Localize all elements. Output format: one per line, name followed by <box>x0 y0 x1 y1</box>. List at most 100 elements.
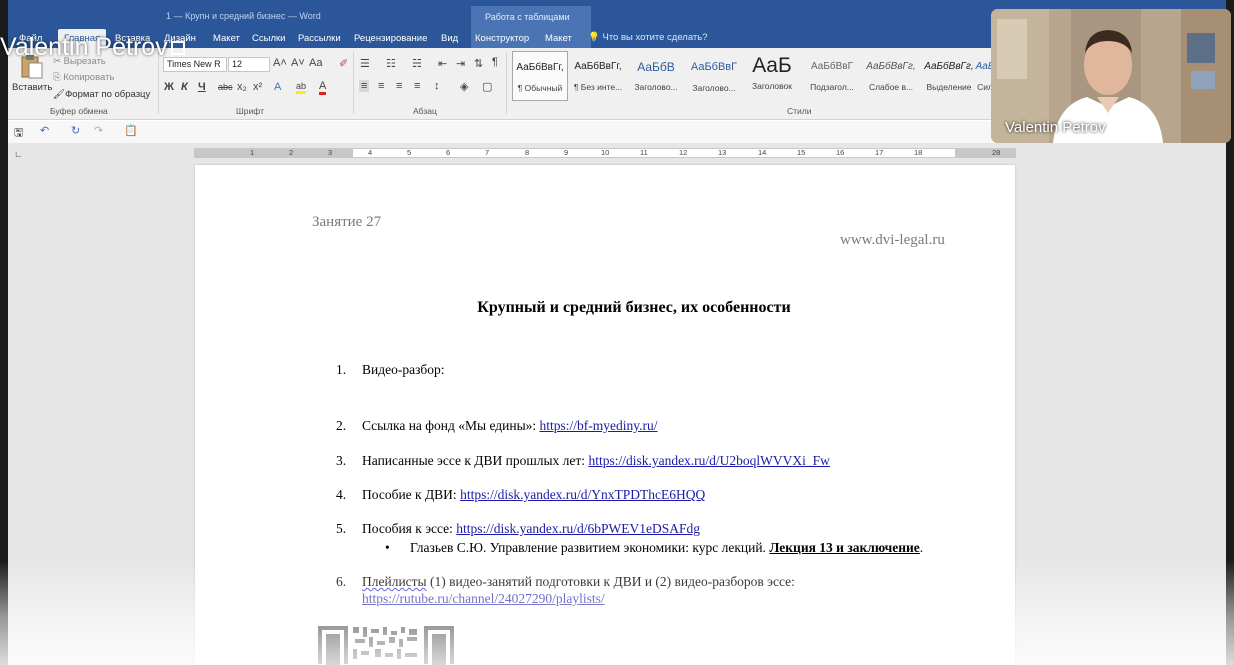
italic-button[interactable]: К <box>181 81 188 93</box>
ribbon-separator <box>506 52 507 114</box>
style-sample: АаБбВвГг, <box>866 61 916 72</box>
strikethrough-button[interactable]: abc <box>218 82 233 92</box>
presenter-indicator-icon <box>170 41 185 56</box>
tab-references[interactable]: Ссылки <box>252 33 285 44</box>
playlists-link[interactable]: https://rutube.ru/channel/24027290/playl… <box>362 591 605 606</box>
shrink-font-button[interactable]: A˅ <box>291 57 305 69</box>
style-heading-1[interactable]: АаБбВ Заголово... <box>628 51 684 101</box>
highlight-button[interactable]: ab <box>296 81 307 94</box>
tell-me-label: Что вы хотите сделать? <box>602 32 708 43</box>
ruler-number: 8 <box>525 148 530 157</box>
save-icon[interactable]: 🖫 <box>14 124 23 143</box>
document-page[interactable]: Занятие 27 www.dvi-legal.ru Крупный и ср… <box>195 165 1015 665</box>
paragraph-group-label: Абзац <box>413 106 437 116</box>
align-right-icon[interactable]: ≡ <box>396 80 402 92</box>
style-normal[interactable]: АаБбВвГг, ¶ Обычный <box>512 51 568 101</box>
redo-icon[interactable]: ↻ <box>71 124 80 137</box>
bullets-icon[interactable]: ☰ <box>360 57 370 70</box>
tab-review[interactable]: Рецензирование <box>354 33 427 44</box>
superscript-button[interactable]: x² <box>253 81 262 93</box>
tab-layout[interactable]: Макет <box>213 33 240 44</box>
repeat-icon[interactable]: ↷ <box>94 124 103 137</box>
font-size-box[interactable]: 12 <box>228 57 270 72</box>
style-sample: АаБбВвГ <box>810 61 854 72</box>
tab-mailings[interactable]: Рассылки <box>298 33 341 44</box>
fund-link[interactable]: https://bf-myediny.ru/ <box>540 418 658 433</box>
pilcrow-button[interactable]: ¶ <box>492 56 498 68</box>
list-text: Написанные эссе к ДВИ прошлых лет: <box>362 453 589 468</box>
list-number: 4. <box>336 487 347 502</box>
page-header-left: Занятие 27 <box>312 214 382 230</box>
ruler-number: 2 <box>289 148 294 157</box>
list-number: 3. <box>336 453 347 468</box>
brush-icon: 🖌 <box>53 89 66 100</box>
ruler-number: 15 <box>797 148 806 157</box>
underline-button[interactable]: Ч <box>198 81 206 93</box>
table-tools-label: Работа с таблицами <box>485 12 570 22</box>
style-emphasis[interactable]: АаБбВвГг, Выделение <box>921 51 977 101</box>
style-name: Подзагол... <box>810 82 854 92</box>
sort-icon[interactable]: ⇅ <box>474 57 483 70</box>
list-number: 1. <box>336 362 347 377</box>
ruler-number: 12 <box>679 148 688 157</box>
multilevel-list-icon[interactable]: ☵ <box>412 57 422 70</box>
change-case-button[interactable]: Aa <box>309 57 322 69</box>
paste-label: Вставить <box>12 82 53 93</box>
style-name: Заголово... <box>634 82 678 92</box>
ruler-number: 14 <box>758 148 767 157</box>
tell-me-search[interactable]: 💡 Что вы хотите сделать? <box>588 32 708 43</box>
ruler-number: 1 <box>250 148 255 157</box>
style-title[interactable]: AaБ Заголовок <box>744 51 800 101</box>
align-center-icon[interactable]: ≡ <box>378 80 384 92</box>
style-no-spacing[interactable]: АаБбВвГг, ¶ Без инте... <box>570 51 626 101</box>
undo-icon[interactable]: ↶ <box>40 124 49 137</box>
page-header-right: www.dvi-legal.ru <box>840 232 945 248</box>
format-painter-label: Формат по образцу <box>65 89 151 100</box>
manual-link[interactable]: https://disk.yandex.ru/d/YnxTPDThcE6HQQ <box>460 487 705 502</box>
tab-table-layout[interactable]: Макет <box>545 33 572 44</box>
copy-button[interactable]: ⎘ Копировать <box>53 72 114 83</box>
essay-manuals-link[interactable]: https://disk.yandex.ru/d/6bPWEV1eDSAFdg <box>456 521 700 536</box>
style-name: ¶ Обычный <box>517 83 563 93</box>
clipboard-small-icon[interactable]: 📋 <box>124 124 138 137</box>
bullet-dot: • <box>385 540 390 555</box>
ruler-number: 11 <box>640 148 648 157</box>
styles-group-label: Стили <box>787 106 812 116</box>
document-title: 1 — Крупн и средний бизнес — Word <box>166 11 321 21</box>
clear-format-icon[interactable]: ✐ <box>339 57 348 70</box>
numbering-icon[interactable]: ☷ <box>386 57 396 70</box>
justify-icon[interactable]: ≡ <box>414 80 420 92</box>
horizontal-ruler: 1 2 3 4 5 6 7 8 9 10 11 12 13 14 15 16 1… <box>194 148 1016 158</box>
tab-table-design[interactable]: Конструктор <box>475 33 529 44</box>
increase-indent-icon[interactable]: ⇥ <box>456 57 465 70</box>
list-text: Пособие к ДВИ: <box>362 487 461 502</box>
style-name: ¶ Без инте... <box>573 82 623 92</box>
borders-icon[interactable]: ▢ <box>482 80 492 93</box>
font-size-value: 12 <box>232 59 243 69</box>
style-subtitle[interactable]: АаБбВвГ Подзагол... <box>804 51 860 101</box>
bold-button[interactable]: Ж <box>164 81 174 93</box>
font-color-button[interactable]: A <box>319 80 327 95</box>
ruler-number: 9 <box>564 148 569 157</box>
tab-selector-icon[interactable]: ∟ <box>14 149 23 159</box>
format-painter-button[interactable]: 🖌Формат по образцу <box>53 89 150 100</box>
ruler-number: 18 <box>914 148 923 157</box>
decrease-indent-icon[interactable]: ⇤ <box>438 57 447 70</box>
document-heading: Крупный и средний бизнес, их особенности <box>477 299 791 316</box>
style-sample: AaБ <box>752 54 792 77</box>
align-left-icon[interactable]: ≡ <box>359 80 370 92</box>
text-effects-button[interactable]: A <box>274 81 281 93</box>
font-group-label: Шрифт <box>236 106 264 116</box>
tab-view[interactable]: Вид <box>441 33 458 44</box>
style-heading-2[interactable]: АаБбВвГ Заголово... <box>686 51 742 101</box>
ruler-number: 16 <box>836 148 845 157</box>
line-spacing-icon[interactable]: ↕ <box>434 80 440 92</box>
list-number: 5. <box>336 521 347 536</box>
grow-font-button[interactable]: A˄ <box>273 57 287 69</box>
list-text: (1) видео-занятий подготовки к ДВИ и (2)… <box>426 574 795 589</box>
style-subtle-emphasis[interactable]: АаБбВвГг, Слабое в... <box>863 51 919 101</box>
essays-link[interactable]: https://disk.yandex.ru/d/U2boqlWVVXi_Fw <box>588 453 830 468</box>
subscript-button[interactable]: x₂ <box>237 81 247 93</box>
ruler-number: 28 <box>992 148 1001 157</box>
shading-icon[interactable]: ◈ <box>460 80 468 93</box>
